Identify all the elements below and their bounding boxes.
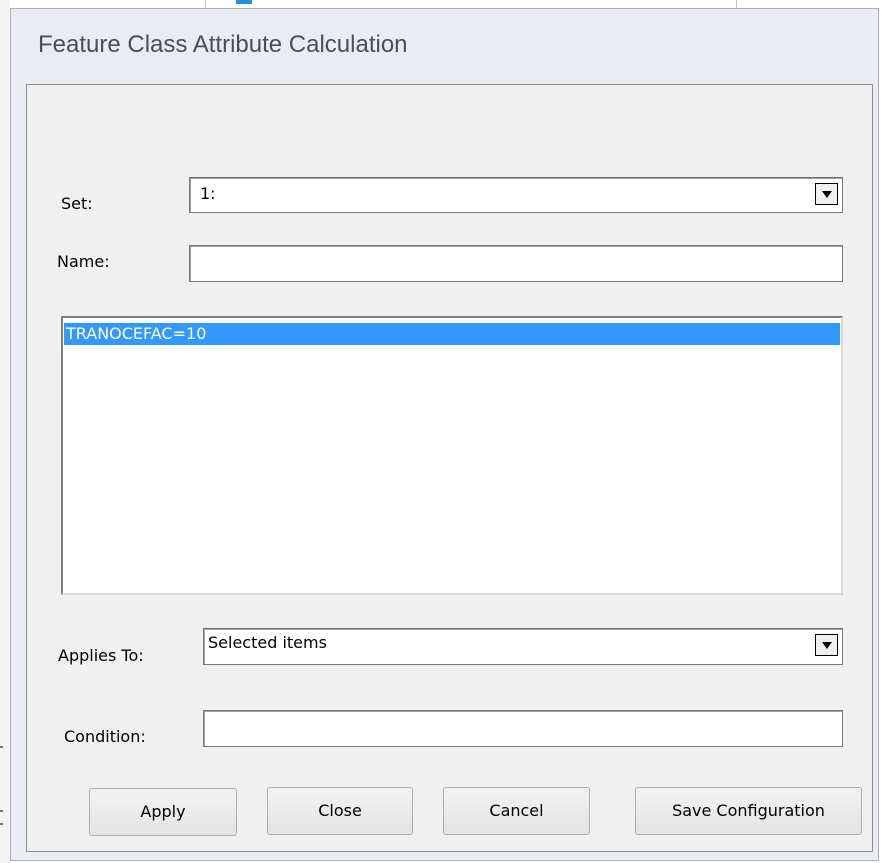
dialog-titlebar[interactable]: Feature Class Attribute Calculation xyxy=(11,9,878,84)
set-dropdown-button[interactable] xyxy=(815,183,838,205)
dialog-client-area: Set: 1: Name: TRANOCEFAC=10 Applies To: … xyxy=(26,84,873,852)
background-app-edge xyxy=(0,0,10,863)
background-app-panel xyxy=(205,0,737,8)
applies-to-dropdown-button[interactable] xyxy=(815,634,838,656)
close-button[interactable]: Close xyxy=(267,787,413,835)
background-tick xyxy=(0,810,3,812)
chevron-down-icon xyxy=(822,642,832,649)
set-combobox[interactable]: 1: xyxy=(189,177,843,213)
save-configuration-button[interactable]: Save Configuration xyxy=(635,787,862,835)
set-combobox-value: 1: xyxy=(200,184,216,203)
applies-to-combobox[interactable]: Selected items xyxy=(203,628,843,665)
cancel-button[interactable]: Cancel xyxy=(443,787,590,835)
chevron-down-icon xyxy=(822,191,832,198)
condition-label: Condition: xyxy=(64,727,146,746)
list-item-text: TRANOCEFAC=10 xyxy=(66,324,207,343)
name-label: Name: xyxy=(57,252,110,271)
background-tick xyxy=(0,823,3,825)
list-item[interactable]: TRANOCEFAC=10 xyxy=(64,323,840,345)
set-label: Set: xyxy=(61,194,93,213)
apply-button[interactable]: Apply xyxy=(89,788,237,836)
name-field[interactable] xyxy=(189,245,843,282)
condition-field[interactable] xyxy=(203,710,843,747)
expression-listbox[interactable]: TRANOCEFAC=10 xyxy=(61,316,843,595)
background-app-marker xyxy=(236,0,252,4)
background-tick xyxy=(0,746,3,748)
applies-to-label: Applies To: xyxy=(58,646,144,665)
attribute-calculation-dialog: Feature Class Attribute Calculation Set:… xyxy=(10,8,879,861)
applies-to-combobox-value: Selected items xyxy=(208,633,327,652)
dialog-title: Feature Class Attribute Calculation xyxy=(38,31,408,58)
